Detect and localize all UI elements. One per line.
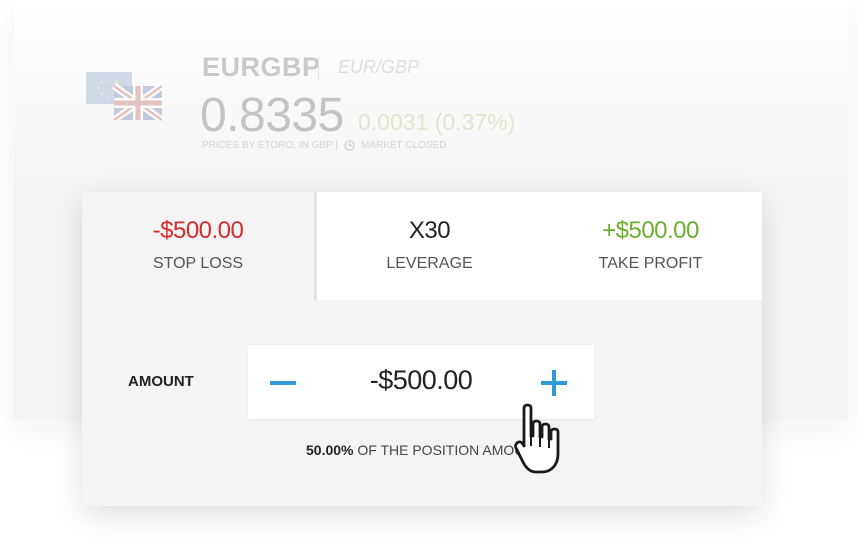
position-percent-text: 50.00% OF THE POSITION AMOUNT bbox=[306, 442, 543, 458]
instrument-symbol: EURGBP bbox=[202, 52, 321, 82]
position-percent-value: 50.00% bbox=[306, 442, 354, 458]
clock-icon bbox=[344, 140, 355, 151]
tab-take-profit[interactable]: +$500.00 TAKE PROFIT bbox=[539, 192, 762, 300]
stop-loss-value: -$500.00 bbox=[152, 217, 244, 244]
symbol-divider bbox=[318, 56, 319, 80]
price-change: 0.0031 (0.37%) bbox=[358, 109, 516, 135]
stop-loss-label: STOP LOSS bbox=[152, 255, 244, 272]
minus-icon[interactable] bbox=[270, 370, 296, 396]
take-profit-value: +$500.00 bbox=[602, 217, 699, 244]
leverage-value: X30 bbox=[408, 217, 451, 244]
trade-settings-card: -$500.00 STOP LOSS X30 LEVERAGE +$500.00… bbox=[82, 192, 762, 506]
uk-flag-icon bbox=[111, 83, 162, 122]
instrument-price: 0.8335 bbox=[200, 89, 344, 142]
amount-label: AMOUNT bbox=[128, 373, 194, 390]
instrument-pair: EUR/GBP bbox=[338, 57, 420, 77]
prices-source-text: PRICES BY ETORO, IN GBP | bbox=[202, 140, 338, 151]
price-meta: PRICES BY ETORO, IN GBP | MARKET CLOSED bbox=[202, 140, 446, 151]
tab-stop-loss[interactable]: -$500.00 STOP LOSS bbox=[82, 192, 314, 300]
amount-input[interactable]: -$500.00 bbox=[308, 365, 534, 396]
plus-icon[interactable] bbox=[541, 370, 567, 396]
market-status-text: MARKET CLOSED bbox=[360, 140, 447, 151]
currency-flags-icon bbox=[86, 72, 162, 122]
take-profit-label: TAKE PROFIT bbox=[598, 255, 703, 272]
leverage-label: LEVERAGE bbox=[386, 255, 473, 272]
tab-leverage[interactable]: X30 LEVERAGE bbox=[314, 192, 542, 300]
hand-cursor-icon bbox=[514, 403, 560, 474]
